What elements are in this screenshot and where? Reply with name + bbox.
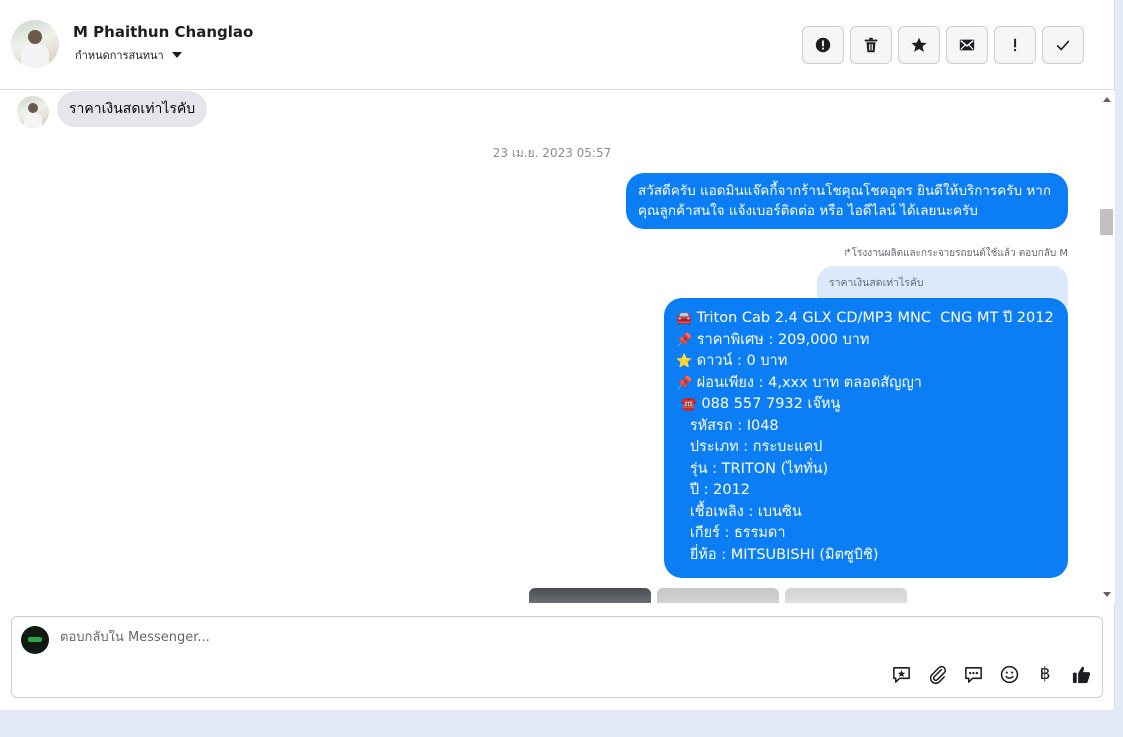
attach-button[interactable]: [926, 663, 948, 685]
listing-line: 088 557 7932 เจ๊หนู: [701, 396, 841, 412]
listing-line: รุ่น : TRITON (ไททั่น): [689, 460, 829, 477]
follow-up-button[interactable]: [994, 26, 1036, 64]
report-icon: [815, 37, 831, 53]
like-button[interactable]: [1070, 663, 1092, 685]
contact-avatar[interactable]: [11, 20, 59, 68]
check-icon: [1056, 40, 1070, 51]
assign-conversation-dropdown[interactable]: กำหนดการสนทนา: [75, 46, 182, 64]
report-button[interactable]: [802, 26, 844, 64]
like-icon: [1072, 666, 1090, 683]
thread-scrollbar[interactable]: [1099, 91, 1115, 603]
baht-icon: ฿: [1039, 664, 1051, 684]
image-thumbnail[interactable]: [529, 588, 651, 603]
listing-line: Triton Cab 2.4 GLX CD/MP3 MNC CNG MT ปี …: [696, 310, 1054, 326]
image-attachments: [529, 588, 907, 603]
saved-replies-button[interactable]: [962, 663, 984, 685]
sticker-icon: [892, 666, 910, 683]
reply-hint: ↱โรงงานผลิตและกระจายรถยนต์ใช้แล้ว ตอบกลั…: [843, 246, 1068, 261]
message-thread[interactable]: ราคาเงินสดเท่าไรคับ 23 เม.ย. 2023 05:57 …: [0, 91, 1099, 603]
attach-icon: [929, 665, 946, 684]
pin-emoji-icon: 📌: [676, 332, 693, 348]
exclamation-icon: [1014, 38, 1017, 52]
mail-icon: [959, 39, 975, 51]
contact-name[interactable]: M Phaithun Changlao: [73, 23, 253, 41]
incoming-message[interactable]: ราคาเงินสดเท่าไรคับ: [57, 91, 208, 127]
car-emoji-icon: 🚘: [676, 311, 693, 326]
composer-tools: ฿: [890, 663, 1092, 685]
listing-line: ราคาพิเศษ : 209,000 บาท: [696, 331, 870, 348]
pin-emoji-icon: 📌: [676, 375, 693, 391]
star-icon: [911, 37, 927, 52]
header-actions: [802, 26, 1084, 64]
star-emoji-icon: ⭐: [676, 354, 693, 369]
conversation-header: M Phaithun Changlao กำหนดการสนทนา: [0, 0, 1115, 90]
listing-line: ยี่ห้อ : MITSUBISHI (มิตซูบิชิ): [689, 546, 879, 563]
reply-arrow-icon: ↱: [843, 248, 852, 259]
conversation-panel: M Phaithun Changlao กำหนดการสนทนา ราคาเง…: [0, 0, 1115, 710]
payment-button[interactable]: ฿: [1034, 663, 1056, 685]
listing-line: เชื้อเพลิง : เบนซิน: [689, 503, 802, 520]
reply-input[interactable]: [60, 630, 860, 645]
page-avatar: [21, 626, 49, 654]
listing-line: รหัสรถ : I048: [689, 417, 779, 434]
emoji-icon: [1000, 665, 1018, 683]
caret-down-icon: [171, 52, 182, 58]
message-composer: ฿: [11, 616, 1103, 698]
delete-button[interactable]: [850, 26, 892, 64]
image-thumbnail[interactable]: [785, 588, 907, 603]
listing-line: ดาวน์ : 0 บาท: [696, 353, 788, 369]
outgoing-message[interactable]: สวัสดีครับ แอดมินแจ๊คกี้จากร้านโชคุณโชคอ…: [626, 173, 1068, 229]
message-timestamp: 23 เม.ย. 2023 05:57: [492, 146, 612, 160]
scroll-up-icon[interactable]: [1103, 97, 1111, 102]
star-button[interactable]: [898, 26, 940, 64]
mark-done-button[interactable]: [1042, 26, 1084, 64]
listing-line: เกียร์ : ธรรมดา: [689, 525, 786, 541]
mark-unread-button[interactable]: [946, 26, 988, 64]
scrollbar-thumb[interactable]: [1100, 209, 1113, 235]
image-thumbnail[interactable]: [657, 588, 779, 603]
listing-line: ประเภท : กระบะแคป: [689, 439, 823, 455]
sticker-button[interactable]: [890, 663, 912, 685]
assign-label: กำหนดการสนทนา: [75, 49, 164, 62]
sender-avatar: [17, 96, 49, 128]
chat-icon: [964, 666, 982, 683]
phone-emoji-icon: ☎️: [680, 397, 697, 412]
emoji-button[interactable]: [998, 663, 1020, 685]
outgoing-listing-message[interactable]: 🚘 Triton Cab 2.4 GLX CD/MP3 MNC CNG MT ป…: [664, 298, 1068, 578]
listing-line: ผ่อนเพียง : 4,xxx บาท ตลอดสัญญา: [696, 374, 922, 391]
reply-hint-text: โรงงานผลิตและกระจายรถยนต์ใช้แล้ว ตอบกลับ…: [851, 248, 1068, 259]
trash-icon: [864, 37, 878, 53]
scroll-down-icon[interactable]: [1103, 592, 1111, 597]
listing-line: ปี : 2012: [689, 482, 751, 498]
